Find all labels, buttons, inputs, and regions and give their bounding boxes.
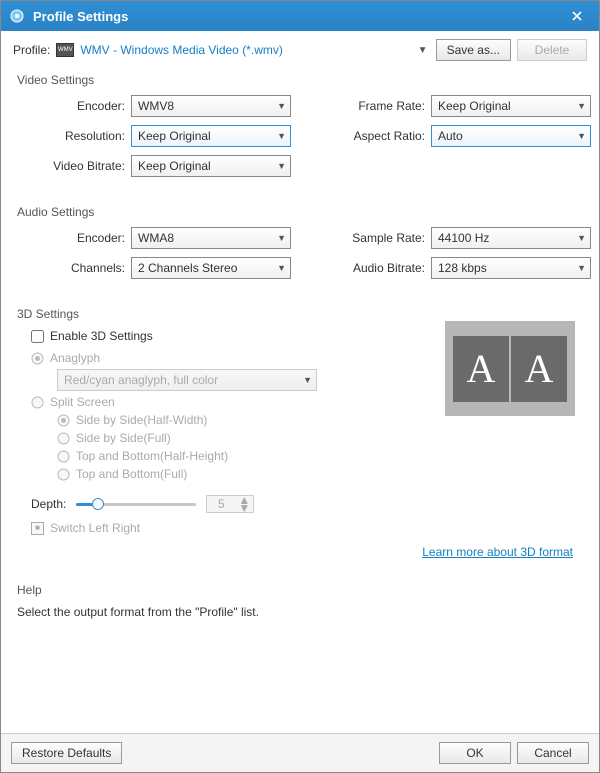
resolution-label: Resolution: [21,129,131,143]
help-text: Select the output format from the "Profi… [17,605,583,619]
anaglyph-label: Anaglyph [50,351,100,365]
preview-letter-right: A [511,336,567,402]
depth-row: Depth: 5 ▲▼ [31,495,583,513]
radio-icon [31,396,44,409]
profile-name: WMV - Windows Media Video (*.wmv) [80,43,409,57]
video-encoder-label: Encoder: [21,99,131,113]
close-button[interactable] [563,2,591,30]
ok-button[interactable]: OK [439,742,511,764]
chevron-down-icon: ▼ [577,263,586,273]
tab-half-row: Top and Bottom(Half-Height) [57,449,583,463]
switch-lr-checkbox-icon [31,522,44,535]
audio-bitrate-label: Audio Bitrate: [331,261,431,275]
footer: Restore Defaults OK Cancel [1,733,599,772]
switch-lr-label: Switch Left Right [50,521,140,535]
switch-lr-row: Switch Left Right [31,521,583,535]
audio-group-title: Audio Settings [17,205,587,219]
aspect-ratio-combo[interactable]: Auto▼ [431,125,591,147]
audio-encoder-combo[interactable]: WMA8▼ [131,227,291,249]
anaglyph-radio-row: Anaglyph [31,351,445,365]
audio-encoder-label: Encoder: [21,231,131,245]
chevron-down-icon: ▼ [577,131,586,141]
channels-label: Channels: [21,261,131,275]
help-group-title: Help [17,583,587,597]
split-screen-radio-row: Split Screen [31,395,445,409]
depth-spinner: 5 ▲▼ [206,495,254,513]
spinner-arrows-icon: ▲▼ [235,496,253,512]
sample-rate-label: Sample Rate: [331,231,431,245]
audio-settings-grid: Encoder: WMA8▼ Sample Rate: 44100 Hz▼ Ch… [21,227,587,279]
video-encoder-combo[interactable]: WMV8▼ [131,95,291,117]
profile-row: Profile: WMV WMV - Windows Media Video (… [13,39,587,61]
chevron-down-icon: ▼ [277,131,286,141]
preview-letter-left: A [453,336,509,402]
anaglyph-mode-row: Red/cyan anaglyph, full color▼ [57,369,445,391]
radio-icon [31,352,44,365]
chevron-down-icon: ▼ [277,263,286,273]
video-bitrate-label: Video Bitrate: [21,159,131,173]
sbs-full-row: Side by Side(Full) [57,431,583,445]
learn-more-link[interactable]: Learn more about 3D format [422,545,573,559]
sbs-half-row: Side by Side(Half-Width) [57,413,445,427]
window-title: Profile Settings [33,9,563,24]
cancel-button[interactable]: Cancel [517,742,589,764]
3d-preview: A A [445,321,575,416]
resolution-combo[interactable]: Keep Original▼ [131,125,291,147]
chevron-down-icon: ▼ [277,161,286,171]
frame-rate-combo[interactable]: Keep Original▼ [431,95,591,117]
learn-more-row: Learn more about 3D format [17,545,573,559]
split-screen-label: Split Screen [50,395,115,409]
chevron-down-icon: ▼ [303,375,312,385]
chevron-down-icon: ▼ [577,233,586,243]
delete-button: Delete [517,39,587,61]
profile-dropdown-caret[interactable]: ▼ [416,45,430,56]
depth-value: 5 [207,497,235,511]
enable-3d-label: Enable 3D Settings [50,329,153,343]
tab-full-row: Top and Bottom(Full) [57,467,583,481]
video-settings-grid: Encoder: WMV8▼ Frame Rate: Keep Original… [21,95,587,177]
titlebar: Profile Settings [1,1,599,31]
slider-thumb-icon[interactable] [92,498,104,510]
depth-slider[interactable] [76,497,196,511]
depth-label: Depth: [31,497,66,511]
video-group-title: Video Settings [17,73,587,87]
frame-rate-label: Frame Rate: [331,99,431,113]
profile-format-icon: WMV [56,43,74,57]
content-area: Profile: WMV WMV - Windows Media Video (… [1,31,599,733]
3d-settings-group: 3D Settings Enable 3D Settings A A Anagl… [17,307,583,559]
restore-defaults-button[interactable]: Restore Defaults [11,742,122,764]
channels-combo[interactable]: 2 Channels Stereo▼ [131,257,291,279]
chevron-down-icon: ▼ [277,233,286,243]
radio-icon [57,414,70,427]
video-bitrate-combo[interactable]: Keep Original▼ [131,155,291,177]
enable-3d-checkbox[interactable] [31,330,44,343]
chevron-down-icon: ▼ [577,101,586,111]
radio-icon [57,468,70,481]
save-as-button[interactable]: Save as... [436,39,511,61]
anaglyph-mode-combo: Red/cyan anaglyph, full color▼ [57,369,317,391]
radio-icon [57,432,70,445]
radio-icon [57,450,70,463]
aspect-ratio-label: Aspect Ratio: [331,129,431,143]
3d-group-title: 3D Settings [17,307,583,321]
audio-bitrate-combo[interactable]: 128 kbps▼ [431,257,591,279]
profile-label: Profile: [13,43,50,57]
sample-rate-combo[interactable]: 44100 Hz▼ [431,227,591,249]
chevron-down-icon: ▼ [277,101,286,111]
app-icon [9,8,25,24]
